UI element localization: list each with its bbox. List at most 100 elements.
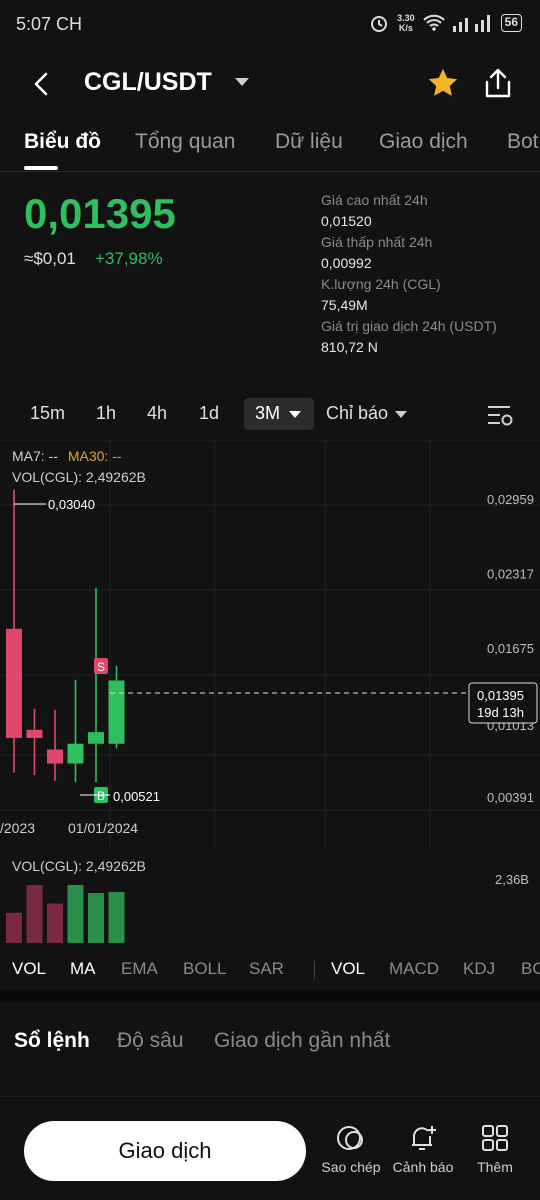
ma-legend: MA7: -- MA30: -- [12,448,122,464]
volume-label: K.lượng 24h (CGL) [321,276,441,292]
y-tick-label: 0,02317 [487,567,534,582]
favorite-star-icon[interactable] [426,66,460,100]
nav-bar: CGL/USDT [0,60,540,108]
volume-bar [88,893,104,943]
candle-body [88,732,104,744]
buy-marker-label: B [97,789,105,803]
y-tick-label: 0,01675 [487,641,534,656]
status-icons: 3.30 K/s 56 [369,13,522,33]
copy-trade-button[interactable]: Sao chép [316,1123,386,1175]
vol-legend: VOL(CGL): 2,49262B [12,469,146,485]
turnover-value: 810,72 N [321,339,378,355]
tab-order-book[interactable]: Sổ lệnh [14,1029,90,1053]
chart-settings-icon[interactable] [486,402,514,428]
candle-body [6,628,22,738]
network-speed: 3.30 K/s [397,13,415,33]
wifi-icon [422,14,445,31]
y-axis-ticks: 0,029590,023170,016750,010130,00391 [487,492,534,805]
chevron-down-icon [289,411,301,418]
interval-3m-selected[interactable]: 3M [244,398,314,430]
volume-bar [6,912,22,943]
active-tab-indicator [24,166,58,170]
y-tick-label: 0,00391 [487,790,534,805]
last-price: 0,01395 [24,190,176,237]
pair-title[interactable]: CGL/USDT [84,68,212,97]
status-bar: 5:07 CH 3.30 K/s 56 [0,0,540,50]
date-label-right: 01/01/2024 [68,820,138,836]
indicators-dropdown[interactable]: Chỉ báo [326,403,388,424]
price-change: +37,98% [95,249,163,268]
candle-body [108,680,125,744]
indicator-tabs: VOL MA EMA BOLL SAR VOL MACD KDJ BOLL [0,955,540,983]
indicator-macd[interactable]: MACD [389,959,439,979]
indicator-ema[interactable]: EMA [121,959,158,979]
bell-plus-icon [412,1126,436,1150]
more-button[interactable]: Thêm [460,1123,530,1175]
indicator-boll-sub[interactable]: BOLL [521,959,540,979]
volume-bar [108,891,125,943]
grid-icon [482,1125,508,1151]
tab-depth[interactable]: Độ sâu [117,1029,184,1053]
interval-1h[interactable]: 1h [96,403,116,424]
candlestick-chart[interactable]: 0,029590,023170,016750,010130,00391 0,03… [0,440,540,850]
ma30-value: MA30: -- [67,448,122,464]
tab-bot[interactable]: Bot [507,130,539,154]
indicator-vol-main[interactable]: VOL [12,959,46,979]
low-value: 0,00992 [321,255,372,271]
tab-chart[interactable]: Biểu đồ [24,130,101,154]
alarm-icon [371,16,388,32]
status-time: 5:07 CH [16,14,83,34]
signal-icon [452,15,490,32]
volume-value: 75,49M [321,297,368,313]
main-tabs: Biểu đồ Tổng quan Dữ liệu Giao dịch Bot [0,128,540,172]
trade-button[interactable]: Giao dịch [24,1121,306,1181]
candle-countdown: 19d 13h [477,705,524,720]
low-label: Giá thấp nhất 24h [321,234,433,250]
interval-3m-label: 3M [255,403,281,423]
candles [6,489,125,783]
volume-pane [6,885,125,943]
more-label: Thêm [477,1159,513,1175]
high-label: Giá cao nhất 24h [321,192,428,208]
price-alert-label: Cảnh báo [392,1159,454,1175]
current-price-value: 0,01395 [477,688,524,703]
indicator-vol-sub[interactable]: VOL [331,959,365,979]
stats-panel: Giá cao nhất 24h 0,01520 Giá thấp nhất 2… [321,190,531,358]
indicator-divider [314,961,315,979]
indicator-boll[interactable]: BOLL [183,959,226,979]
volume-bar [26,885,43,943]
indicator-sar[interactable]: SAR [249,959,284,979]
bottom-action-bar: Giao dịch Sao chép Cảnh báo Thêm [0,1096,540,1200]
tab-data[interactable]: Dữ liệu [275,130,343,154]
interval-15m[interactable]: 15m [30,403,65,424]
price-alert-button[interactable]: Cảnh báo [388,1123,458,1175]
usd-value: ≈$0,01 [24,249,76,268]
candle-body [47,749,63,764]
battery-indicator: 56 [500,14,522,32]
copy-trade-icon [337,1126,363,1150]
interval-4h[interactable]: 4h [147,403,167,424]
candle-body [67,743,84,764]
indicator-ma[interactable]: MA [70,959,96,979]
indicator-kdj[interactable]: KDJ [463,959,495,979]
tab-trade[interactable]: Giao dịch [379,130,468,154]
tab-recent-trades[interactable]: Giao dịch gần nhất [214,1029,390,1053]
tab-overview[interactable]: Tổng quan [135,130,235,154]
section-divider [0,990,540,1002]
date-label-left: /2023 [0,820,35,836]
back-arrow-icon[interactable] [26,68,58,100]
y-tick-label: 0,02959 [487,492,534,507]
share-icon[interactable] [482,66,514,100]
interval-1d[interactable]: 1d [199,403,219,424]
chevron-down-icon [395,411,407,418]
turnover-label: Giá trị giao dịch 24h (USDT) [321,318,497,334]
volume-bars [6,885,125,943]
interval-selector: 15m 1h 4h 1d 3M Chỉ báo [0,398,540,434]
sell-marker-label: S [97,660,105,674]
chevron-down-icon[interactable] [234,76,250,88]
min-price-label: 0,00521 [113,789,160,804]
volume-bar [67,885,84,943]
max-price-label: 0,03040 [48,497,95,512]
volume-bar [47,903,63,943]
high-value: 0,01520 [321,213,372,229]
